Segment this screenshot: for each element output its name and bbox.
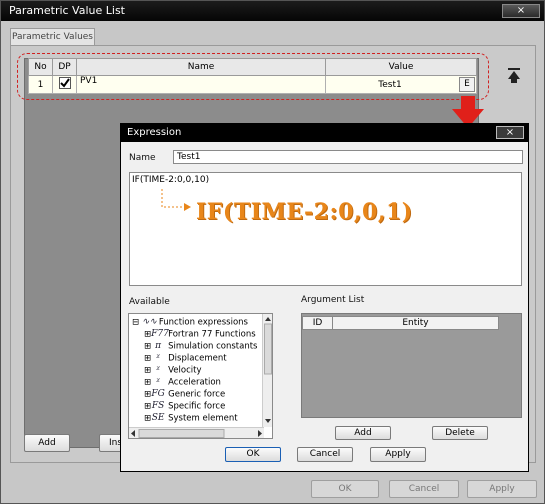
tree-vertical-scrollbar[interactable] — [262, 314, 272, 427]
tree-item-label: Fortran 77 Functions — [168, 329, 256, 340]
expression-text: IF(TIME-2:0,0,10) — [132, 175, 210, 185]
vertical-scrollbar-icon — [264, 317, 272, 423]
move-top-icon — [508, 68, 520, 83]
generic-force-icon: FG — [151, 389, 165, 399]
velocity-icon: ᵡ — [156, 365, 160, 375]
tree-item[interactable]: ⊞FG Generic force — [144, 388, 225, 400]
close-icon: × — [505, 127, 515, 138]
tree-horizontal-scrollbar[interactable] — [129, 427, 264, 438]
name-label: Name — [129, 153, 156, 163]
tree-item-label: System element — [168, 413, 238, 424]
argument-list-table[interactable]: ID Entity — [301, 313, 522, 418]
annotation-text: IF(TIME-2:0,0,1) — [196, 199, 413, 225]
tree-item[interactable]: ⊟ ∿∿ Function expressions — [132, 316, 248, 328]
available-tree[interactable]: ⊟ ∿∿ Function expressions ⊞F77Fortran 77 … — [128, 313, 273, 439]
pi-icon: π — [155, 341, 162, 351]
expression-editor[interactable]: IF(TIME-2:0,0,10) IF(TIME-2:0,0,1) — [129, 172, 522, 286]
tree-item-label: Simulation constants — [168, 341, 258, 352]
cancel-button[interactable]: Cancel — [389, 480, 459, 498]
highlight-oval — [17, 53, 489, 100]
tree-item[interactable]: ⊞FS Specific force — [144, 400, 225, 412]
tree-item[interactable]: ⊞SE System element — [144, 412, 238, 424]
expression-dialog: Expression × Name Test1 IF(TIME-2:0,0,10… — [120, 123, 529, 472]
available-label: Available — [129, 297, 170, 307]
add-button[interactable]: Add — [24, 434, 70, 452]
close-icon: × — [516, 5, 526, 16]
horizontal-scrollbar-icon — [131, 429, 262, 438]
tab-parametric-values[interactable]: Parametric Values — [10, 28, 95, 46]
apply-button[interactable]: Apply — [467, 480, 537, 498]
name-input[interactable]: Test1 — [173, 150, 523, 164]
arg-add-button[interactable]: Add — [335, 426, 391, 440]
move-top-button[interactable] — [501, 64, 527, 88]
argument-list-label: Argument List — [301, 295, 365, 305]
system-element-icon: SE — [151, 413, 165, 423]
tree-item-label: Velocity — [168, 365, 202, 376]
tree-item-label: Generic force — [168, 389, 226, 400]
window-close-button[interactable]: × — [502, 4, 540, 18]
specific-force-icon: FS — [151, 401, 165, 411]
arg-col-id[interactable]: ID — [303, 317, 333, 329]
expand-icon[interactable]: ⊞ — [144, 342, 151, 352]
displacement-icon: ᵡ — [156, 353, 160, 363]
tree-item-label: Function expressions — [158, 317, 248, 328]
expand-icon[interactable]: ⊞ — [144, 414, 151, 424]
tree-item[interactable]: ⊞F77Fortran 77 Functions — [144, 328, 256, 340]
collapse-icon[interactable]: ⊟ — [132, 318, 139, 328]
dialog-ok-button[interactable]: OK — [225, 447, 281, 462]
arg-delete-button[interactable]: Delete — [432, 426, 488, 440]
tree-item-label: Specific force — [168, 401, 226, 412]
expand-icon[interactable]: ⊞ — [144, 366, 151, 376]
dialog-cancel-button[interactable]: Cancel — [297, 447, 353, 462]
ok-button[interactable]: OK — [311, 480, 379, 498]
expand-icon[interactable]: ⊞ — [144, 378, 151, 388]
function-icon: ∿∿ — [141, 317, 157, 327]
arg-col-entity[interactable]: Entity — [333, 317, 498, 329]
dialog-close-button[interactable]: × — [496, 126, 524, 139]
tree-item[interactable]: ⊞ ᵡ Displacement — [144, 352, 227, 364]
window-title: Parametric Value List — [1, 1, 544, 21]
dialog-apply-button[interactable]: Apply — [370, 447, 426, 462]
annotation-arrow-icon — [161, 189, 191, 211]
tree-item[interactable]: ⊞ ᵡ Velocity — [144, 364, 201, 376]
tree-item-label: Acceleration — [168, 377, 221, 388]
dialog-title: Expression — [121, 124, 528, 142]
expand-icon[interactable]: ⊞ — [144, 402, 151, 412]
fortran-icon: F77 — [151, 329, 169, 339]
argument-header: ID Entity — [302, 316, 499, 330]
tree-item-label: Displacement — [168, 353, 227, 364]
expand-icon[interactable]: ⊞ — [144, 354, 151, 364]
tree-item[interactable]: ⊞ π Simulation constants — [144, 340, 257, 352]
tree-item[interactable]: ⊞ ᵡ Acceleration — [144, 376, 221, 388]
acceleration-icon: ᵡ — [156, 377, 160, 387]
